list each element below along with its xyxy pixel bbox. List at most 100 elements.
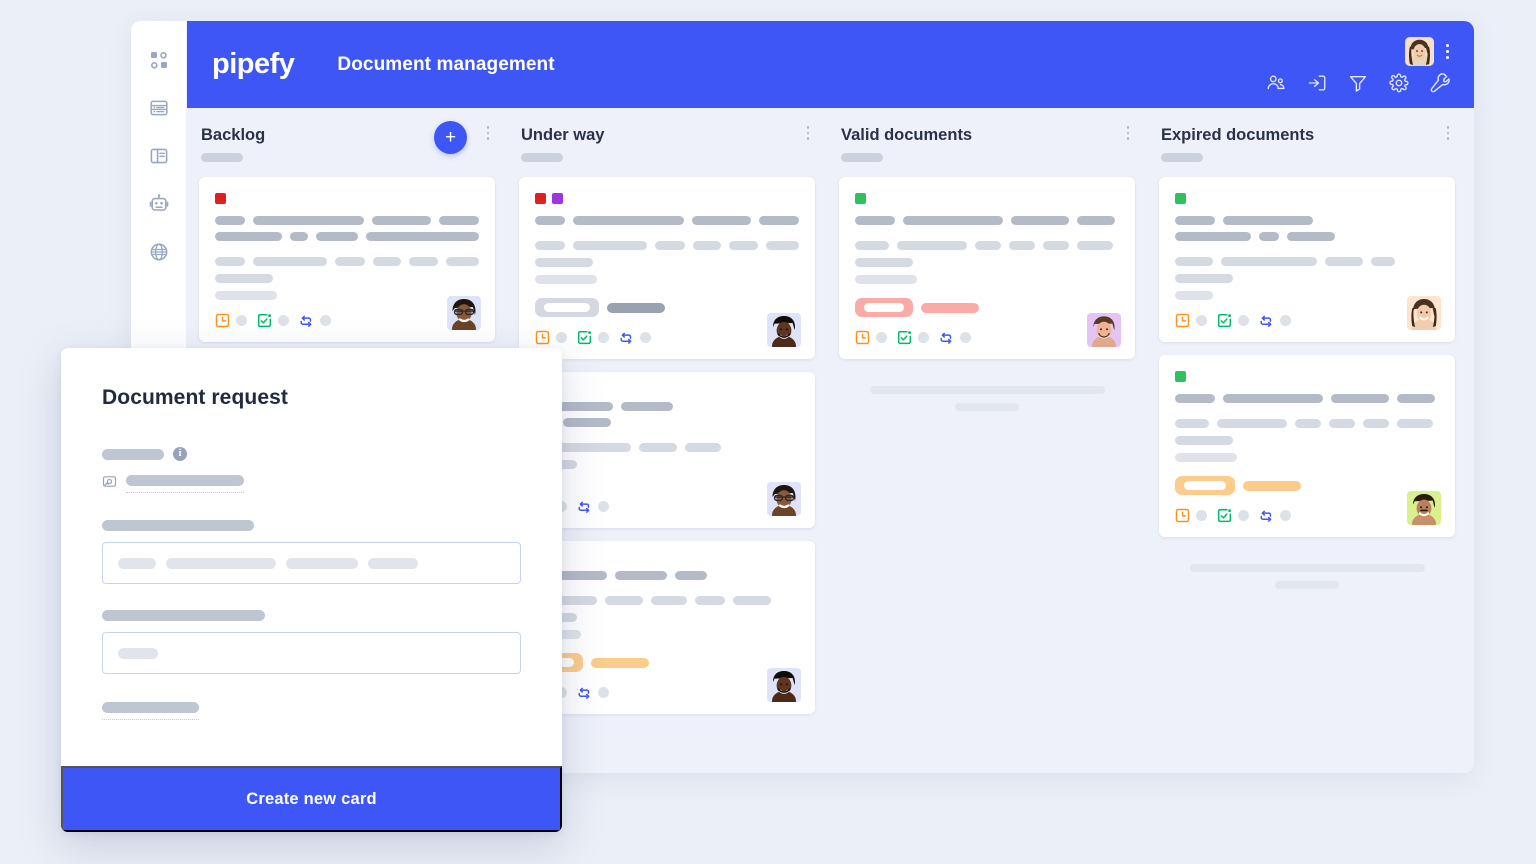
- sidebar-item-templates[interactable]: [147, 144, 171, 168]
- field-label-placeholder: [102, 702, 199, 713]
- calendar-check-icon[interactable]: [257, 313, 272, 328]
- modal-body: Document request i: [61, 348, 562, 766]
- robot-icon: [149, 194, 168, 211]
- card-assignee-avatar[interactable]: [447, 296, 481, 330]
- sidebar-item-automations[interactable]: [147, 192, 171, 216]
- calendar-check-icon[interactable]: [1217, 313, 1232, 328]
- board-card[interactable]: [1159, 355, 1455, 537]
- connection-icon[interactable]: [577, 685, 592, 700]
- card-foot-dot: [556, 332, 567, 343]
- column-kebab-menu[interactable]: [1441, 125, 1455, 145]
- description-field: [102, 610, 521, 674]
- board-card[interactable]: [839, 177, 1135, 359]
- connection-icon[interactable]: [299, 313, 314, 328]
- card-meta-skeleton: [215, 257, 480, 300]
- column-subtitle-placeholder: [521, 153, 563, 162]
- create-new-card-button[interactable]: Create new card: [61, 766, 562, 832]
- topbar-right-group: [1266, 21, 1454, 108]
- connection-icon[interactable]: [1259, 313, 1274, 328]
- attachment-value-placeholder: [126, 475, 244, 486]
- column-cards: [519, 177, 815, 714]
- clock-icon[interactable]: [535, 330, 550, 345]
- card-status-pill: [855, 298, 1119, 317]
- card-assignee-avatar[interactable]: [767, 482, 801, 516]
- card-footer-icons: [1175, 313, 1439, 328]
- sidebar-item-portals[interactable]: [147, 240, 171, 264]
- add-card-button[interactable]: +: [434, 121, 467, 154]
- connection-icon[interactable]: [1259, 508, 1274, 523]
- avatar[interactable]: [1405, 36, 1434, 66]
- card-tags: [1175, 193, 1439, 204]
- card-title-skeleton: [535, 571, 799, 580]
- card-footer-icons: [535, 499, 799, 514]
- card-assignee-avatar[interactable]: [1087, 313, 1121, 347]
- column-kebab-menu[interactable]: [481, 125, 495, 145]
- attachment-value-row[interactable]: [102, 474, 521, 494]
- card-tag: [1175, 371, 1186, 382]
- members-icon[interactable]: [1266, 73, 1286, 93]
- layout-panel-icon: [150, 148, 167, 164]
- card-assignee-avatar[interactable]: [1407, 296, 1441, 330]
- avatar-image: [767, 668, 801, 702]
- sidebar-item-dashboard[interactable]: [147, 48, 171, 72]
- calendar-check-icon[interactable]: [577, 330, 592, 345]
- card-assignee-avatar[interactable]: [1407, 491, 1441, 525]
- connection-icon[interactable]: [619, 330, 634, 345]
- clock-icon[interactable]: [1175, 313, 1190, 328]
- document-request-modal: Document request i Create new card: [61, 348, 562, 832]
- column-subtitle-placeholder: [201, 153, 243, 162]
- field-label-placeholder: [102, 520, 254, 531]
- board-card[interactable]: [519, 541, 815, 714]
- board-card[interactable]: [519, 177, 815, 359]
- description-input[interactable]: [102, 632, 521, 674]
- card-tags: [215, 193, 479, 204]
- topbar-kebab-menu[interactable]: [1440, 42, 1454, 60]
- card-footer-icons: [535, 685, 799, 700]
- column-ghost-placeholder: [839, 386, 1135, 411]
- page-title: Document management: [337, 53, 555, 75]
- column-header: Under way: [519, 125, 815, 177]
- connection-icon[interactable]: [939, 330, 954, 345]
- gear-icon[interactable]: [1389, 72, 1409, 93]
- info-icon[interactable]: i: [173, 447, 187, 461]
- card-title-skeleton: [535, 216, 799, 225]
- inbox-in-icon[interactable]: [1307, 73, 1327, 93]
- database-icon: [149, 100, 168, 116]
- card-title-skeleton: [535, 402, 799, 427]
- sidebar-item-database[interactable]: [147, 96, 171, 120]
- avatar-image: [767, 313, 801, 347]
- board-card[interactable]: [1159, 177, 1455, 342]
- card-foot-dot: [598, 501, 609, 512]
- clock-icon[interactable]: [855, 330, 870, 345]
- filter-icon[interactable]: [1348, 73, 1368, 93]
- connection-icon[interactable]: [577, 499, 592, 514]
- wrench-icon[interactable]: [1430, 72, 1450, 93]
- calendar-check-icon[interactable]: [1217, 508, 1232, 523]
- image-attachment-icon: [102, 474, 117, 494]
- column-kebab-menu[interactable]: [1121, 125, 1135, 145]
- card-title-skeleton: [855, 216, 1119, 225]
- top-bar: pipefy Document management: [187, 21, 1474, 108]
- modal-title: Document request: [102, 386, 288, 409]
- board-card[interactable]: [199, 177, 495, 342]
- card-foot-dot: [1196, 315, 1207, 326]
- board-card[interactable]: [519, 372, 815, 528]
- card-foot-dot: [598, 687, 609, 698]
- card-status-pill: [535, 653, 799, 672]
- globe-icon: [150, 243, 167, 261]
- clock-icon[interactable]: [1175, 508, 1190, 523]
- board-column-valid-documents: Valid documents: [827, 108, 1147, 773]
- card-tags: [535, 193, 799, 204]
- calendar-check-icon[interactable]: [897, 330, 912, 345]
- card-meta-skeleton: [855, 241, 1119, 284]
- footer-field-underline[interactable]: [102, 702, 199, 720]
- card-foot-dot: [1238, 510, 1249, 521]
- card-assignee-avatar[interactable]: [767, 313, 801, 347]
- column-cards: [1159, 177, 1455, 589]
- card-assignee-avatar[interactable]: [767, 668, 801, 702]
- column-kebab-menu[interactable]: [801, 125, 815, 145]
- tags-input[interactable]: [102, 542, 521, 584]
- clock-icon[interactable]: [215, 313, 230, 328]
- card-tag: [552, 193, 563, 204]
- avatar-image: [1405, 36, 1434, 66]
